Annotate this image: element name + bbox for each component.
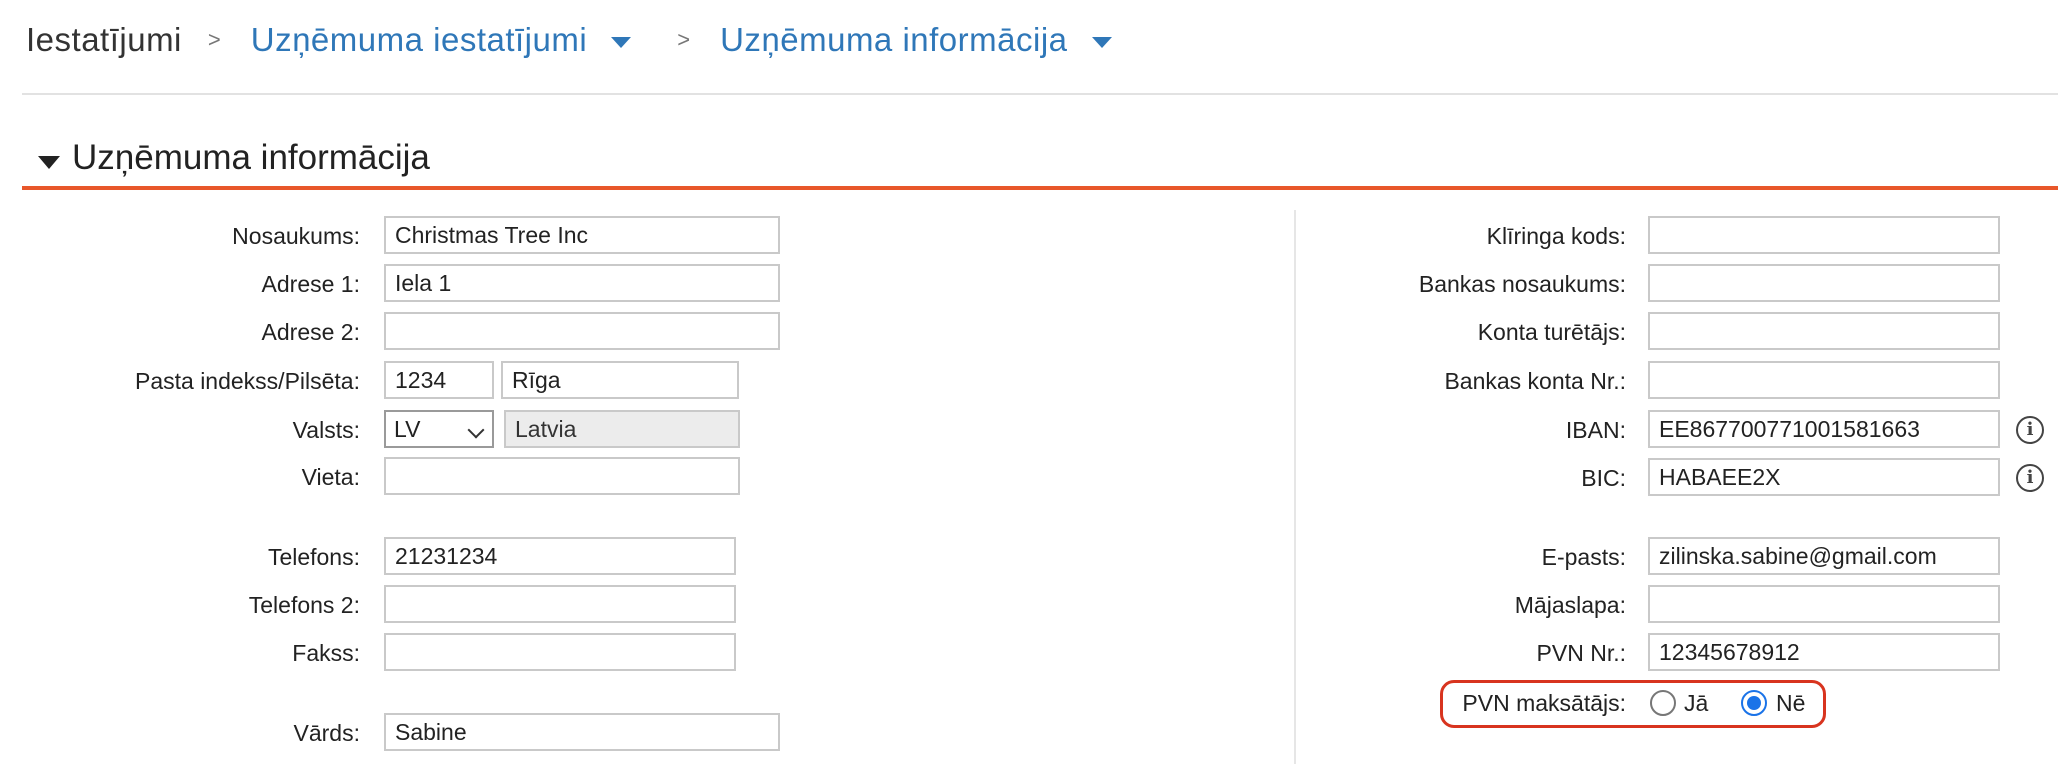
bank-name-label: Bankas nosaukums: — [1418, 271, 1626, 297]
account-holder-label: Konta turētājs: — [1477, 319, 1626, 345]
firstname-label: Vārds: — [293, 720, 360, 746]
column-divider — [1294, 210, 1296, 764]
clearing-code-label: Klīringa kods: — [1486, 223, 1626, 249]
firstname-field[interactable]: Sabine — [384, 713, 780, 751]
section-header[interactable]: Uzņēmuma informācija — [22, 138, 2058, 190]
country-select[interactable]: LV — [384, 410, 494, 448]
chevron-down-icon — [467, 421, 485, 439]
country-name-field: Latvia — [504, 410, 740, 448]
location-field[interactable] — [384, 457, 740, 495]
iban-label: IBAN: — [1565, 417, 1626, 443]
name-field[interactable]: Christmas Tree Inc — [384, 216, 780, 254]
email-field[interactable]: zilinska.sabine@gmail.com — [1648, 537, 2000, 575]
address1-label: Adrese 1: — [261, 271, 360, 297]
homepage-field[interactable] — [1648, 585, 2000, 623]
iban-field[interactable]: EE867700771001581663 — [1648, 410, 2000, 448]
bic-field[interactable]: HABAEE2X — [1648, 458, 2000, 496]
phone2-label: Telefons 2: — [248, 592, 360, 618]
country-label: Valsts: — [292, 417, 360, 443]
info-icon[interactable]: i — [2016, 416, 2044, 444]
country-code: LV — [394, 416, 421, 442]
chevron-down-icon[interactable] — [611, 36, 632, 48]
postal-city-label: Pasta indekss/Pilsēta: — [134, 368, 360, 394]
account-holder-field[interactable] — [1648, 312, 2000, 350]
collapse-caret-icon[interactable] — [38, 156, 60, 169]
address2-label: Adrese 2: — [261, 319, 360, 345]
info-icon[interactable]: i — [2016, 464, 2044, 492]
city-field[interactable]: Rīga — [501, 361, 739, 399]
vat-number-label: PVN Nr.: — [1536, 640, 1626, 666]
address1-field[interactable]: Iela 1 — [384, 264, 780, 302]
address2-field[interactable] — [384, 312, 780, 350]
divider — [22, 93, 2058, 95]
breadcrumb-company-settings[interactable]: Uzņēmuma iestatījumi — [251, 21, 587, 59]
vat-number-field[interactable]: 12345678912 — [1648, 633, 2000, 671]
fax-label: Fakss: — [292, 640, 360, 666]
phone-field[interactable]: 21231234 — [384, 537, 736, 575]
name-label: Nosaukums: — [232, 223, 360, 249]
phone-label: Telefons: — [267, 544, 360, 570]
bank-account-field[interactable] — [1648, 361, 2000, 399]
bic-label: BIC: — [1581, 465, 1626, 491]
homepage-label: Mājaslapa: — [1514, 592, 1626, 618]
email-label: E-pasts: — [1541, 544, 1626, 570]
vat-yes-radio[interactable] — [1650, 690, 1676, 716]
section-title: Uzņēmuma informācija — [72, 138, 430, 177]
breadcrumb-separator: > — [207, 27, 221, 52]
breadcrumb: Iestatījumi > Uzņēmuma iestatījumi > Uzņ… — [26, 18, 1132, 62]
bank-name-field[interactable] — [1648, 264, 2000, 302]
vat-no-label[interactable]: Nē — [1776, 683, 1805, 723]
chevron-down-icon[interactable] — [1091, 36, 1112, 48]
breadcrumb-root[interactable]: Iestatījumi — [26, 21, 182, 59]
postal-code-field[interactable]: 1234 — [384, 361, 494, 399]
clearing-code-field[interactable] — [1648, 216, 2000, 254]
vat-yes-label[interactable]: Jā — [1684, 683, 1708, 723]
phone2-field[interactable] — [384, 585, 736, 623]
vat-no-radio[interactable] — [1741, 690, 1767, 716]
fax-field[interactable] — [384, 633, 736, 671]
vat-payer-label: PVN maksātājs: — [1462, 690, 1626, 716]
location-label: Vieta: — [301, 464, 360, 490]
bank-account-label: Bankas konta Nr.: — [1444, 368, 1626, 394]
breadcrumb-company-info[interactable]: Uzņēmuma informācija — [720, 21, 1067, 59]
breadcrumb-separator: > — [677, 27, 691, 52]
